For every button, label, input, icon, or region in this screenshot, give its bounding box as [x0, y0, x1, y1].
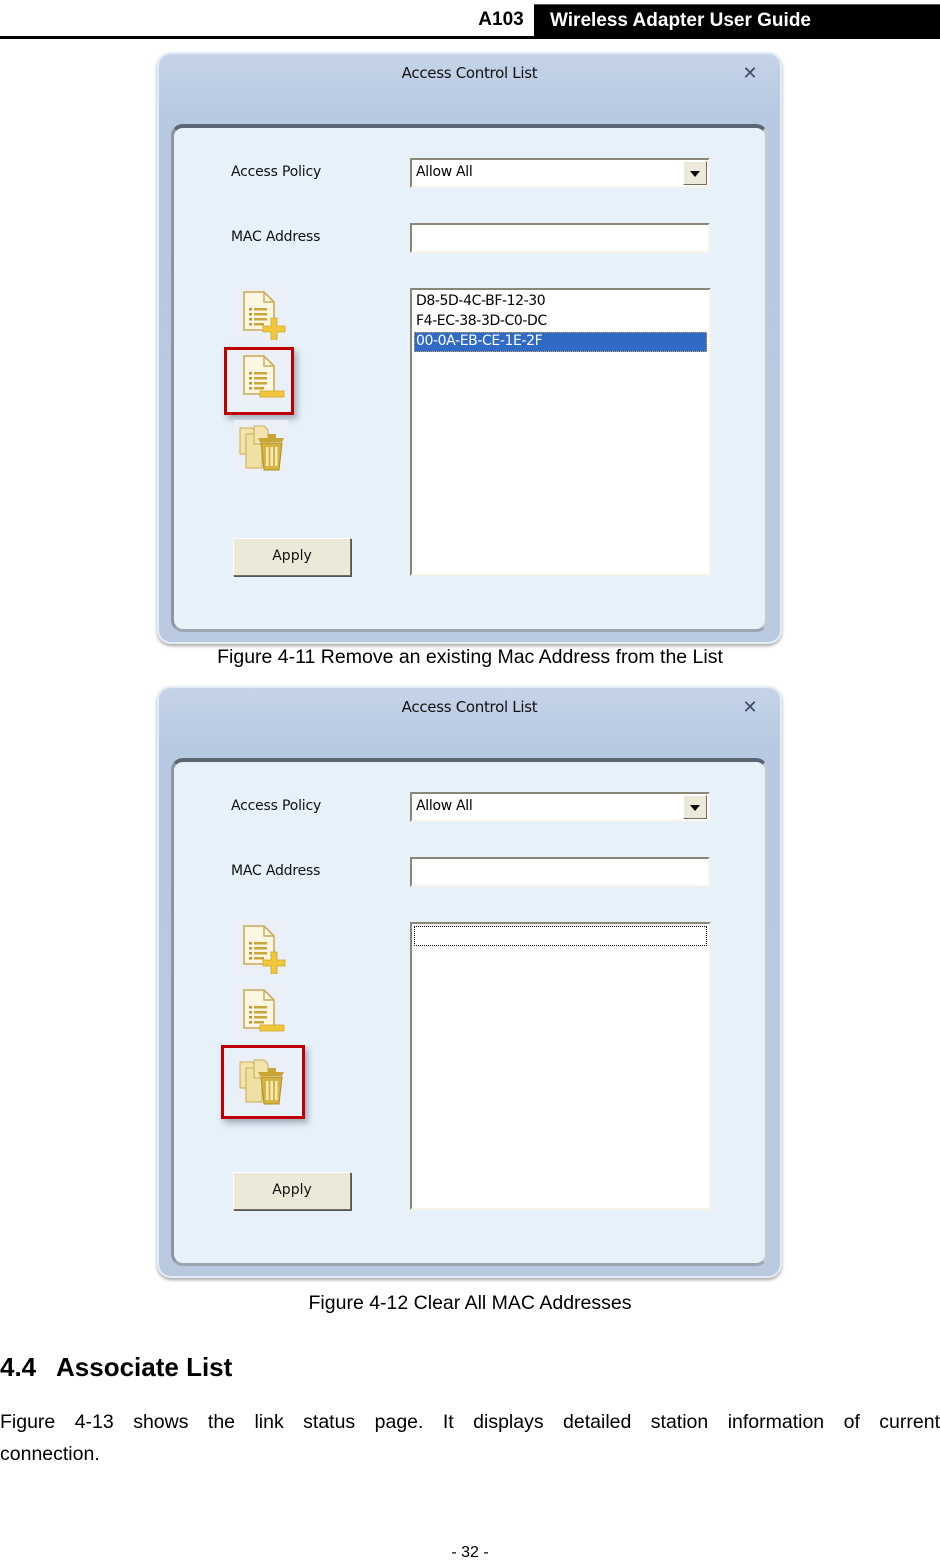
access-policy-select[interactable]: Allow All [410, 792, 710, 822]
access-policy-select[interactable]: Allow All [410, 158, 710, 188]
mac-address-label: MAC Address [231, 229, 321, 245]
apply-button[interactable]: Apply [233, 1172, 351, 1210]
header-title: Wireless Adapter User Guide [534, 4, 940, 37]
section-title: Associate List [56, 1352, 233, 1382]
header-rule [0, 36, 940, 39]
access-control-dialog-fig-4-11: Access Control List ✕ Access Policy Allo… [157, 52, 782, 644]
mac-address-input[interactable] [410, 223, 710, 253]
remove-entry-icon [243, 989, 285, 1032]
page-number: - 32 - [451, 1544, 489, 1561]
access-policy-value: Allow All [416, 164, 473, 180]
section-heading: 4.4 Associate List [0, 1352, 232, 1383]
dialog-body: Access Policy Allow All MAC Address [171, 124, 768, 632]
dialog-body: Access Policy Allow All MAC Address [171, 758, 768, 1266]
list-item[interactable]: D8-5D-4C-BF-12-30 [414, 292, 707, 312]
clear-all-icon [239, 1059, 284, 1105]
close-icon[interactable]: ✕ [738, 62, 762, 86]
chevron-down-icon[interactable] [683, 161, 707, 185]
dialog-title: Access Control List [401, 698, 538, 716]
figure-caption: Figure 4-11 Remove an existing Mac Addre… [217, 646, 723, 668]
section-paragraph: Figure 4-13 shows the link status page. … [0, 1411, 940, 1465]
mac-address-list[interactable]: D8-5D-4C-BF-12-30 F4-EC-38-3D-C0-DC 00-0… [410, 288, 711, 576]
chevron-down-icon[interactable] [683, 795, 707, 819]
clear-all-icon [239, 425, 284, 471]
list-item[interactable]: F4-EC-38-3D-C0-DC [414, 312, 707, 332]
mac-address-list[interactable] [410, 922, 711, 1210]
list-item-selected[interactable]: 00-0A-EB-CE-1E-2F [414, 332, 707, 352]
remove-entry-button[interactable] [234, 350, 288, 406]
mac-address-input[interactable] [410, 857, 710, 887]
figure-caption: Figure 4-12 Clear All MAC Addresses [308, 1292, 632, 1314]
clear-all-button[interactable] [234, 1054, 288, 1110]
remove-entry-button[interactable] [234, 984, 288, 1040]
mac-address-label: MAC Address [231, 863, 321, 879]
access-control-dialog-fig-4-12: Access Control List ✕ Access Policy Allo… [157, 686, 782, 1278]
dialog-title: Access Control List [401, 64, 538, 82]
clear-all-button[interactable] [234, 420, 288, 476]
list-focus-row[interactable] [414, 926, 707, 946]
access-policy-label: Access Policy [231, 164, 322, 180]
header-model: A103 [478, 9, 524, 30]
remove-entry-icon [243, 355, 285, 398]
section-number: 4.4 [0, 1352, 37, 1382]
access-policy-label: Access Policy [231, 798, 322, 814]
access-policy-value: Allow All [416, 798, 473, 814]
close-icon[interactable]: ✕ [738, 696, 762, 720]
add-entry-icon [243, 925, 286, 974]
add-entry-button[interactable] [234, 920, 288, 976]
apply-button[interactable]: Apply [233, 538, 351, 576]
add-entry-icon [243, 291, 286, 340]
add-entry-button[interactable] [234, 286, 288, 342]
